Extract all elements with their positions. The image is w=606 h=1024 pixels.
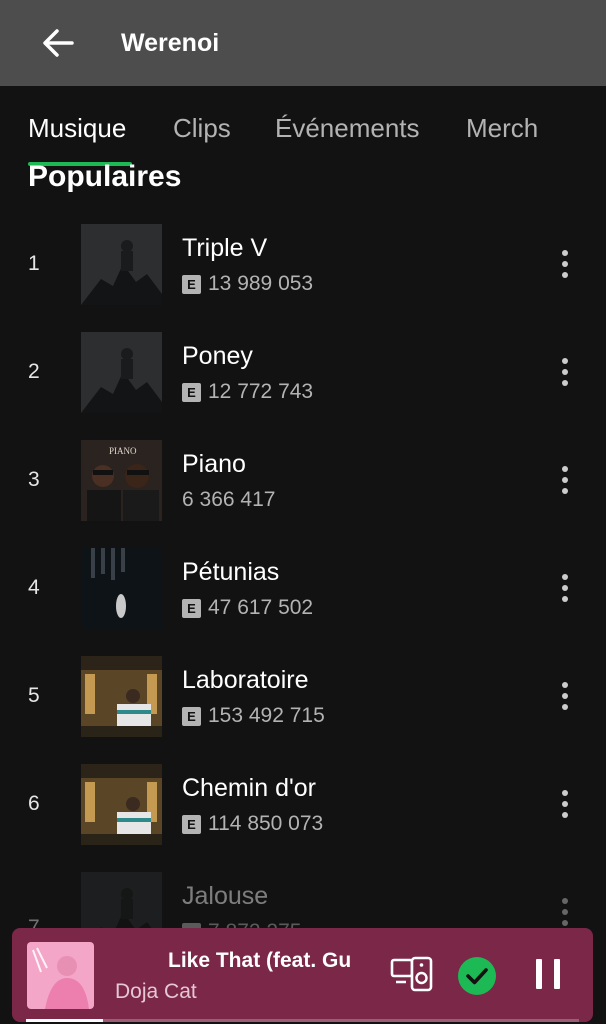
track-rank: 4	[28, 576, 40, 599]
track-row[interactable]: 2 Poney E 12 772 743	[0, 318, 606, 426]
pause-button[interactable]	[530, 956, 566, 992]
album-cover	[81, 656, 162, 737]
device-speaker-button[interactable]	[390, 956, 434, 992]
track-rank: 2	[28, 360, 40, 383]
artist-page: Werenoi Musique Clips Événements Merch P…	[0, 0, 606, 1024]
play-count: 13 989 053	[208, 272, 314, 295]
more-options-button[interactable]	[548, 246, 582, 282]
more-options-button[interactable]	[548, 786, 582, 822]
now-playing-artist: Doja Cat	[115, 980, 197, 1003]
track-rank: 1	[28, 252, 40, 275]
more-options-button[interactable]	[548, 678, 582, 714]
track-row[interactable]: 5 Laboratoire E 153 492 715	[0, 642, 606, 750]
more-vertical-icon	[562, 466, 568, 494]
track-title: Piano	[182, 450, 246, 478]
play-count: 6 366 417	[182, 488, 276, 511]
more-options-button[interactable]	[548, 462, 582, 498]
track-title: Pétunias	[182, 558, 280, 586]
play-count: 47 617 502	[208, 596, 314, 619]
track-title: Triple V	[182, 234, 268, 262]
more-vertical-icon	[562, 358, 568, 386]
more-options-button[interactable]	[548, 354, 582, 390]
section-title: Populaires	[28, 160, 182, 193]
explicit-badge: E	[182, 274, 201, 294]
more-vertical-icon	[562, 250, 568, 278]
more-vertical-icon	[562, 682, 568, 710]
album-cover	[81, 332, 162, 413]
track-meta: E 13 989 053	[182, 272, 313, 296]
play-count: 153 492 715	[208, 704, 325, 727]
now-playing-bar[interactable]: Like That (feat. Gu Doja Cat	[12, 928, 593, 1022]
track-rank: 6	[28, 792, 40, 815]
now-playing-title: Like That (feat. Gu	[168, 949, 352, 972]
track-row[interactable]: 3 PIANO Piano 6 366 417	[0, 426, 606, 534]
popular-tracks-list: 1 Triple V E 13 989 053 2 Poney E 12 772…	[0, 210, 606, 966]
explicit-badge: E	[182, 706, 201, 726]
now-playing-cover	[27, 942, 94, 1009]
more-options-button[interactable]	[548, 894, 582, 930]
tab-merch[interactable]: Merch	[466, 113, 538, 144]
track-title: Laboratoire	[182, 666, 309, 694]
top-bar: Werenoi	[0, 0, 606, 86]
more-vertical-icon	[562, 574, 568, 602]
album-cover: PIANO	[81, 440, 162, 521]
playback-progress[interactable]	[26, 1019, 579, 1022]
track-row[interactable]: 4 Pétunias E 47 617 502	[0, 534, 606, 642]
album-cover	[81, 224, 162, 305]
explicit-badge: E	[182, 382, 201, 402]
track-meta: E 153 492 715	[182, 704, 325, 728]
tab-clips[interactable]: Clips	[173, 113, 231, 144]
track-meta: E 114 850 073	[182, 812, 323, 836]
play-count: 114 850 073	[208, 812, 324, 835]
track-meta: 6 366 417	[182, 488, 275, 512]
added-check-icon	[458, 957, 496, 995]
track-meta: E 47 617 502	[182, 596, 313, 620]
track-title: Poney	[182, 342, 253, 370]
more-vertical-icon	[562, 790, 568, 818]
more-options-button[interactable]	[548, 570, 582, 606]
pause-icon	[536, 959, 560, 989]
track-row[interactable]: 6 Chemin d'or E 114 850 073	[0, 750, 606, 858]
track-title: Chemin d'or	[182, 774, 316, 802]
added-to-library-button[interactable]	[457, 956, 497, 996]
tab-bar: Musique Clips Événements Merch	[0, 86, 606, 166]
play-count: 12 772 743	[208, 380, 314, 403]
track-rank: 5	[28, 684, 40, 707]
tab-evenements[interactable]: Événements	[275, 113, 420, 144]
device-speaker-icon	[390, 956, 433, 992]
arrow-left-icon	[43, 29, 74, 57]
explicit-badge: E	[182, 598, 201, 618]
tab-musique[interactable]: Musique	[28, 113, 126, 144]
page-title: Werenoi	[121, 28, 220, 57]
track-meta: E 12 772 743	[182, 380, 313, 404]
more-vertical-icon	[562, 898, 568, 926]
track-row[interactable]: 1 Triple V E 13 989 053	[0, 210, 606, 318]
explicit-badge: E	[182, 814, 201, 834]
album-cover	[81, 548, 162, 629]
playback-progress-fill	[26, 1019, 104, 1022]
back-button[interactable]	[28, 13, 88, 73]
cover-text: PIANO	[109, 446, 137, 456]
album-cover	[81, 764, 162, 845]
track-rank: 3	[28, 468, 40, 491]
track-title: Jalouse	[182, 882, 269, 910]
